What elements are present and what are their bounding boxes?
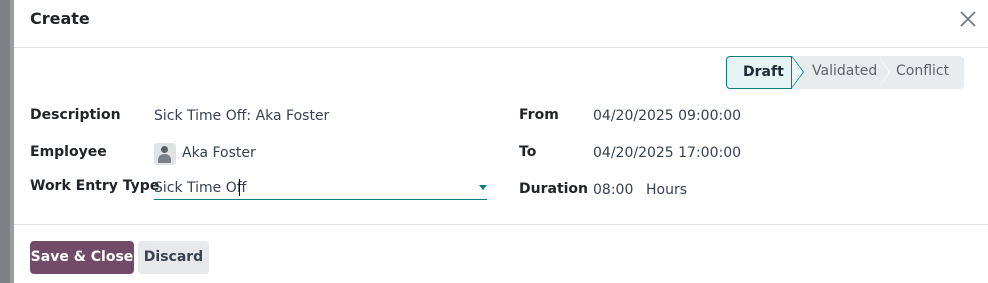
create-dialog: Create Draft Validated Conflict Descript… bbox=[14, 0, 988, 283]
from-field[interactable]: 04/20/2025 09:00:00 bbox=[593, 106, 741, 126]
duration-unit: Hours bbox=[646, 182, 688, 198]
dropdown-arrow-icon[interactable] bbox=[479, 185, 487, 190]
modal-title: Create bbox=[30, 9, 90, 28]
duration-field[interactable]: 08:00 bbox=[593, 180, 633, 200]
from-label: From bbox=[519, 107, 559, 123]
employee-field[interactable]: Aka Foster bbox=[182, 143, 256, 163]
employee-label: Employee bbox=[30, 144, 107, 160]
to-field[interactable]: 04/20/2025 17:00:00 bbox=[593, 143, 741, 163]
stage-validated[interactable]: Validated bbox=[792, 56, 890, 89]
work-entry-type-input[interactable]: Sick Time Off bbox=[154, 176, 487, 200]
duration-label: Duration bbox=[519, 181, 589, 197]
text-cursor bbox=[239, 179, 240, 196]
discard-button[interactable]: Discard bbox=[138, 241, 209, 274]
save-close-button[interactable]: Save & Close bbox=[30, 241, 134, 274]
close-icon[interactable] bbox=[958, 9, 978, 29]
stage-conflict[interactable]: Conflict bbox=[878, 56, 964, 89]
to-label: To bbox=[519, 144, 537, 160]
work-entry-type-value: Sick Time Off bbox=[154, 180, 247, 196]
avatar bbox=[154, 143, 176, 165]
description-field[interactable]: Sick Time Off: Aka Foster bbox=[154, 106, 329, 126]
backdrop-left bbox=[0, 0, 14, 283]
stage-draft[interactable]: Draft bbox=[726, 56, 804, 89]
work-entry-type-label: Work Entry Type bbox=[30, 178, 160, 194]
modal-header: Create bbox=[14, 0, 988, 48]
description-label: Description bbox=[30, 107, 121, 123]
status-bar: Draft Validated Conflict bbox=[726, 56, 964, 89]
modal-footer: Save & Close Discard bbox=[14, 224, 988, 283]
